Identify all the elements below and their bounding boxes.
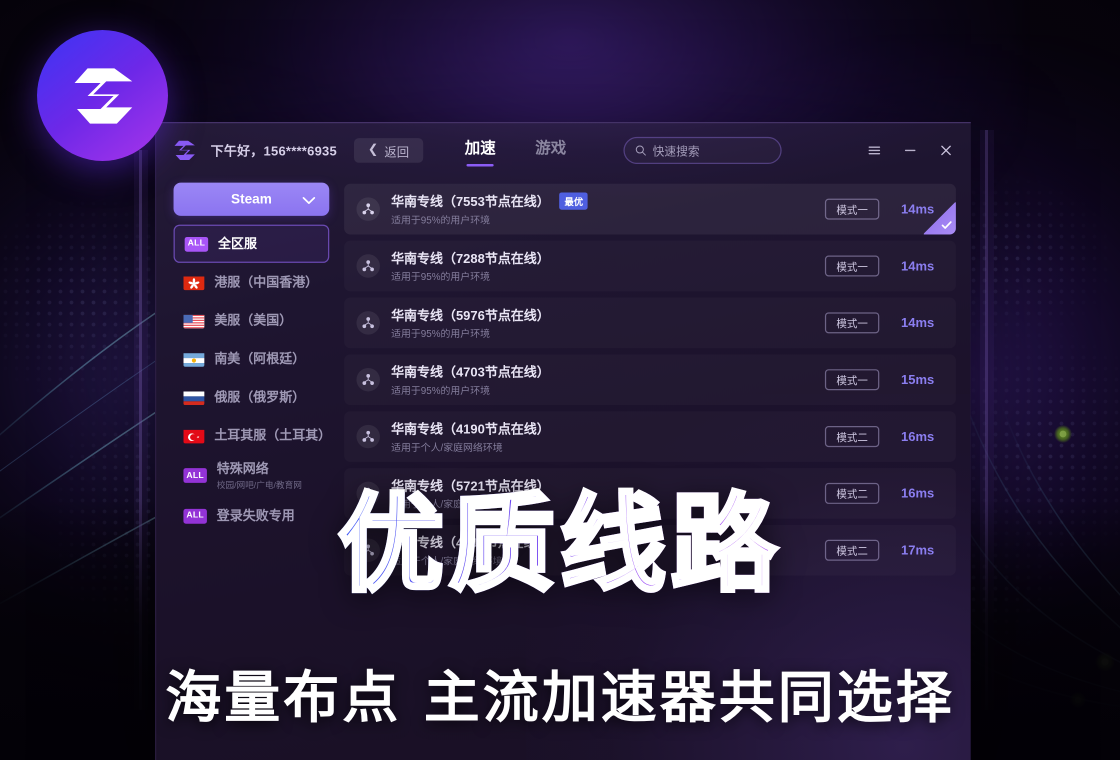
- selected-check-icon: [923, 202, 956, 235]
- menu-icon[interactable]: [866, 142, 882, 158]
- app-window: 下午好，156****6935 ❮ 返回 加速 游戏 快速搜索 Steam AL…: [155, 122, 971, 760]
- status-badge: 最优: [559, 192, 589, 210]
- table-row[interactable]: 华南专线（4982节点在线） 适用于个人/家庭网络环境 模式二 17ms: [344, 525, 956, 576]
- server-subtitle: 适用于95%的用户环境: [391, 384, 490, 396]
- flag-tr-icon: [183, 428, 205, 443]
- title-bar: 下午好，156****6935 ❮ 返回 加速 游戏 快速搜索: [156, 123, 971, 177]
- server-title: 华南专线（7553节点在线）: [391, 194, 550, 210]
- server-subtitle: 适用于个人/家庭网络环境: [391, 441, 503, 453]
- mode-button[interactable]: 模式二: [824, 482, 880, 504]
- sidebar-item-label: 特殊网络: [216, 461, 269, 477]
- tab-games-label: 游戏: [535, 139, 567, 157]
- ping-value: 15ms: [901, 372, 935, 388]
- server-subtitle: 适用于个人/家庭网络环境: [391, 555, 503, 567]
- server-title: 华南专线（4703节点在线）: [391, 364, 550, 380]
- table-row[interactable]: 华南专线（5721节点在线） 适用于个人/家庭网络环境 模式二 16ms: [344, 468, 956, 519]
- sidebar-item-label: 登录失败专用: [216, 508, 295, 524]
- server-subtitle: 适用于95%的用户环境: [391, 327, 490, 339]
- game-selector[interactable]: Steam: [173, 182, 330, 216]
- sidebar-item-argentina[interactable]: 南美（阿根廷）: [174, 340, 330, 378]
- mode-button[interactable]: 模式一: [824, 369, 880, 391]
- badge-all-icon: ALL: [184, 236, 209, 252]
- server-subtitle: 适用于95%的用户环境: [391, 270, 490, 283]
- server-title: 华南专线（7288节点在线）: [391, 251, 550, 266]
- window-body: Steam ALL 全区服 港服（中国香港） 美服（美国） 南美（阿根廷） 俄服…: [156, 178, 971, 576]
- tab-bar: 加速 游戏: [465, 134, 566, 166]
- sidebar-item-special-network[interactable]: ALL 特殊网络 校园/网吧/广电/教育网: [174, 454, 330, 496]
- badge-all-icon: ALL: [183, 468, 207, 483]
- search-placeholder: 快速搜索: [652, 145, 700, 160]
- sidebar-item-login-failure[interactable]: ALL 登录失败专用: [174, 497, 330, 535]
- sidebar-item-usa[interactable]: 美服（美国）: [174, 301, 330, 339]
- server-subtitle: 适用于个人/家庭网络环境: [391, 498, 503, 510]
- game-selector-label: Steam: [230, 191, 272, 207]
- table-row[interactable]: 华南专线（7553节点在线） 最优 适用于95%的用户环境 模式一 14ms: [344, 183, 956, 235]
- flag-hk-icon: [183, 275, 205, 290]
- tab-games[interactable]: 游戏: [535, 134, 566, 166]
- sidebar-item-label: 港服（中国香港）: [214, 275, 319, 291]
- network-node-icon: [356, 481, 380, 506]
- window-controls: [866, 142, 954, 158]
- sidebar-item-label: 美服（美国）: [214, 313, 293, 329]
- back-button[interactable]: ❮ 返回: [354, 138, 423, 163]
- network-node-icon: [356, 367, 380, 392]
- search-input[interactable]: 快速搜索: [623, 136, 782, 165]
- mode-button[interactable]: 模式一: [824, 255, 880, 277]
- greeting-text: 下午好，156****6935: [210, 143, 337, 159]
- flag-us-icon: [183, 313, 205, 328]
- mode-button[interactable]: 模式一: [824, 198, 880, 220]
- table-row[interactable]: 华南专线（5976节点在线） 适用于95%的用户环境 模式一 14ms: [344, 298, 956, 349]
- sidebar-item-label: 全区服: [218, 236, 257, 252]
- server-title: 华南专线（5976节点在线）: [391, 308, 550, 323]
- ping-value: 16ms: [901, 429, 935, 444]
- network-node-icon: [356, 254, 380, 278]
- close-icon[interactable]: [937, 142, 953, 158]
- tab-accelerate[interactable]: 加速: [465, 134, 496, 166]
- sidebar-item-russia[interactable]: 俄服（俄罗斯）: [174, 378, 330, 416]
- ping-value: 14ms: [901, 315, 935, 331]
- network-node-icon: [356, 538, 380, 563]
- brand-ss-logo-icon: [74, 67, 132, 124]
- region-list: ALL 全区服 港服（中国香港） 美服（美国） 南美（阿根廷） 俄服（俄罗斯） …: [173, 224, 332, 535]
- badge-all-icon: ALL: [183, 508, 207, 524]
- table-row[interactable]: 华南专线（4190节点在线） 适用于个人/家庭网络环境 模式二 16ms: [344, 411, 956, 462]
- sidebar: Steam ALL 全区服 港服（中国香港） 美服（美国） 南美（阿根廷） 俄服…: [173, 182, 332, 576]
- minimize-icon[interactable]: [902, 142, 918, 158]
- sidebar-item-sublabel: 校园/网吧/广电/教育网: [216, 481, 302, 491]
- sidebar-item-label: 俄服（俄罗斯）: [214, 390, 306, 406]
- server-list: 华南专线（7553节点在线） 最优 适用于95%的用户环境 模式一 14ms 华…: [344, 183, 956, 576]
- sidebar-item-label: 南美（阿根廷）: [214, 351, 306, 367]
- table-row[interactable]: 华南专线（7288节点在线） 适用于95%的用户环境 模式一 14ms: [344, 241, 956, 292]
- tab-accelerate-label: 加速: [464, 139, 496, 157]
- ping-value: 16ms: [901, 486, 935, 501]
- ping-value: 17ms: [901, 542, 935, 558]
- chevron-left-icon: ❮: [367, 143, 379, 157]
- sidebar-item-label: 土耳其服（土耳其）: [214, 428, 332, 444]
- app-logo-icon: [174, 140, 195, 161]
- sidebar-item-all-regions[interactable]: ALL 全区服: [173, 224, 330, 263]
- ping-value: 14ms: [901, 258, 935, 274]
- server-title: 华南专线（5721节点在线）: [391, 478, 550, 494]
- flag-ar-icon: [183, 351, 205, 367]
- flag-ru-icon: [183, 390, 205, 405]
- server-subtitle: 适用于95%的用户环境: [391, 214, 490, 226]
- back-button-label: 返回: [384, 146, 410, 160]
- sidebar-item-turkey[interactable]: 土耳其服（土耳其）: [174, 416, 332, 454]
- chevron-down-icon: [302, 196, 316, 204]
- search-icon: [635, 145, 646, 156]
- sidebar-item-hongkong[interactable]: 港服（中国香港）: [174, 263, 330, 301]
- network-node-icon: [356, 311, 380, 335]
- mode-button[interactable]: 模式二: [824, 539, 880, 561]
- mode-button[interactable]: 模式二: [824, 426, 880, 448]
- server-title: 华南专线（4190节点在线）: [391, 421, 550, 437]
- table-row[interactable]: 华南专线（4703节点在线） 适用于95%的用户环境 模式一 15ms: [344, 354, 956, 405]
- network-node-icon: [356, 424, 380, 449]
- mode-button[interactable]: 模式一: [824, 312, 880, 334]
- brand-logo-badge: [37, 30, 168, 161]
- network-node-icon: [356, 197, 380, 221]
- server-title: 华南专线（4982节点在线）: [391, 535, 550, 551]
